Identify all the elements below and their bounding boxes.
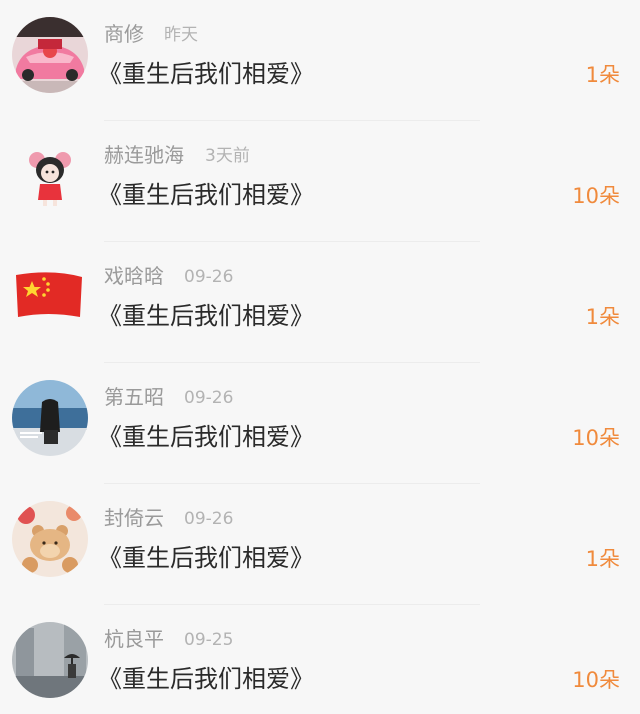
avatar[interactable] (12, 259, 88, 335)
cartoon-girl-avatar-icon (12, 138, 88, 214)
user-name: 赫连驰海 (104, 143, 184, 167)
timestamp: 09-25 (184, 630, 234, 650)
book-title[interactable]: 《重生后我们相爱》 (98, 57, 314, 91)
teddy-bear-avatar-icon (12, 501, 88, 577)
avatar[interactable] (12, 622, 88, 698)
user-name: 杭良平 (104, 627, 164, 651)
list-item[interactable]: 封倚云 09-26 《重生后我们相爱》 1朵 (0, 484, 640, 605)
book-title[interactable]: 《重生后我们相爱》 (98, 541, 314, 575)
timestamp: 昨天 (164, 25, 198, 45)
pink-car-avatar-icon (12, 17, 88, 93)
rainy-street-avatar-icon (12, 622, 88, 698)
timestamp: 09-26 (184, 509, 234, 529)
user-name: 商修 (104, 22, 144, 46)
avatar[interactable] (12, 380, 88, 456)
list-item[interactable]: 赫连驰海 3天前 《重生后我们相爱》 10朵 (0, 121, 640, 242)
girl-by-sea-avatar-icon (12, 380, 88, 456)
list-item[interactable]: 杭良平 09-25 《重生后我们相爱》 10朵 (0, 605, 640, 714)
user-name: 封倚云 (104, 506, 164, 530)
list-item[interactable]: 第五昭 09-26 《重生后我们相爱》 10朵 (0, 363, 640, 484)
gift-count: 10朵 (572, 426, 620, 450)
avatar[interactable] (12, 17, 88, 93)
user-name: 戏晗晗 (104, 264, 164, 288)
timestamp: 3天前 (205, 146, 250, 166)
timestamp: 09-26 (184, 388, 234, 408)
gift-count: 1朵 (585, 63, 620, 87)
gift-record-list: 商修 昨天 《重生后我们相爱》 1朵 赫连驰海 3天前 《重生后我们相爱》 10… (0, 0, 640, 714)
gift-count: 1朵 (585, 305, 620, 329)
gift-count: 1朵 (585, 547, 620, 571)
gift-count: 10朵 (572, 184, 620, 208)
timestamp: 09-26 (184, 267, 234, 287)
book-title[interactable]: 《重生后我们相爱》 (98, 178, 314, 212)
book-title[interactable]: 《重生后我们相爱》 (98, 420, 314, 454)
list-item[interactable]: 戏晗晗 09-26 《重生后我们相爱》 1朵 (0, 242, 640, 363)
china-flag-avatar-icon (12, 259, 88, 335)
user-name: 第五昭 (104, 385, 164, 409)
gift-count: 10朵 (572, 668, 620, 692)
avatar[interactable] (12, 501, 88, 577)
list-item[interactable]: 商修 昨天 《重生后我们相爱》 1朵 (0, 0, 640, 121)
avatar[interactable] (12, 138, 88, 214)
book-title[interactable]: 《重生后我们相爱》 (98, 299, 314, 333)
book-title[interactable]: 《重生后我们相爱》 (98, 662, 314, 696)
